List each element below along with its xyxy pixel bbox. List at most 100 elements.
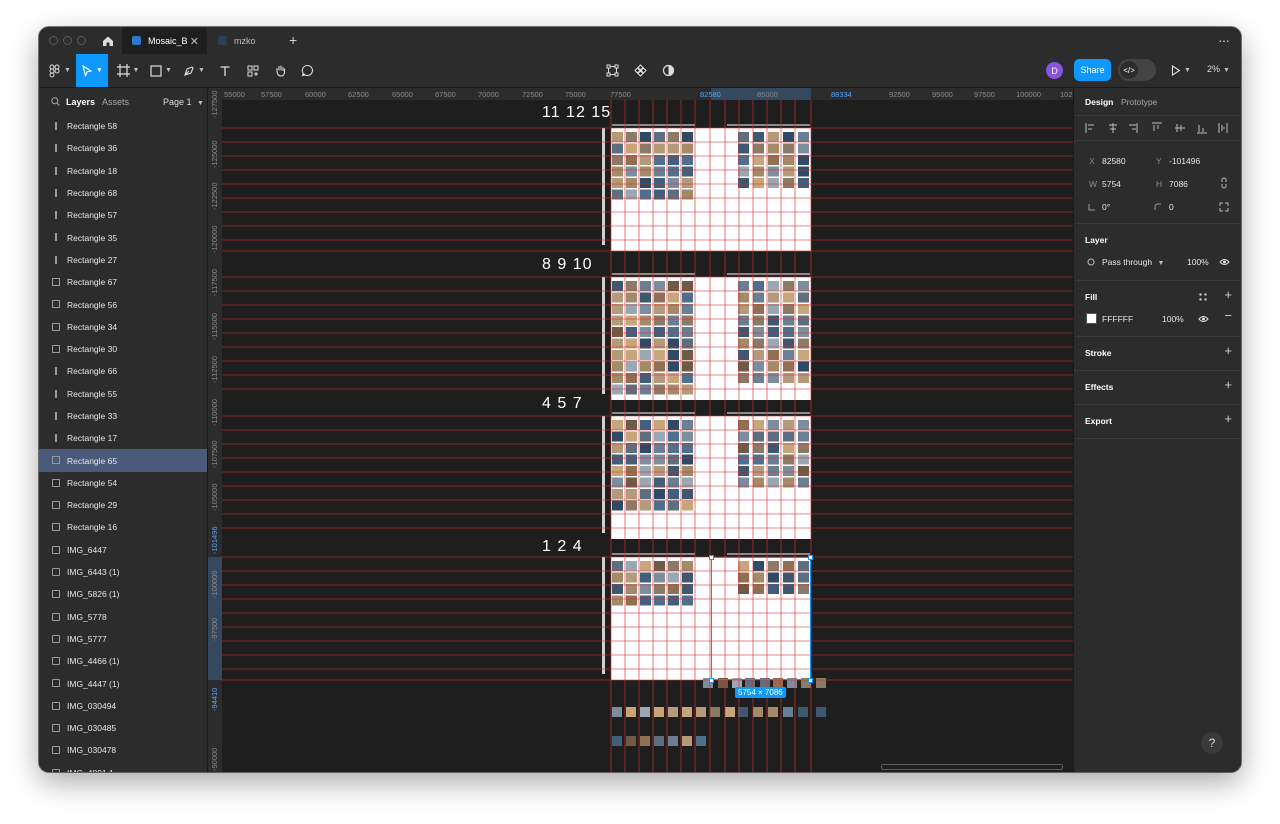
layer-row[interactable]: IMG_5826 (1) <box>39 583 207 605</box>
layer-row[interactable]: Rectangle 67 <box>39 271 207 293</box>
layer-row[interactable]: Rectangle 65 <box>39 449 207 472</box>
layer-row[interactable]: Rectangle 18 <box>39 160 207 182</box>
layer-row[interactable]: Rectangle 36 <box>39 137 207 159</box>
remove-fill-button[interactable]: − <box>1224 308 1232 323</box>
styles-grid-icon[interactable] <box>1199 293 1207 301</box>
layer-row[interactable]: IMG_4881 1 <box>39 762 207 772</box>
layer-row[interactable]: Rectangle 16 <box>39 516 207 538</box>
height-input[interactable]: 7086 <box>1169 179 1188 189</box>
layer-row[interactable]: Rectangle 29 <box>39 494 207 516</box>
tab-mzko[interactable]: mzko <box>210 27 280 54</box>
rectangle-icon <box>55 211 57 220</box>
zoom-dropdown[interactable]: 2% ▼ <box>1207 64 1230 74</box>
more-icon[interactable]: ··· <box>1218 32 1230 48</box>
layer-row[interactable]: IMG_030478 <box>39 739 207 761</box>
selection-box[interactable] <box>711 557 811 680</box>
radius-input[interactable]: 0 <box>1169 202 1174 212</box>
layer-row[interactable]: IMG_4447 (1) <box>39 672 207 694</box>
pen-tool-button[interactable]: ▼ <box>181 54 207 87</box>
layer-row[interactable]: Rectangle 55 <box>39 383 207 405</box>
layer-row[interactable]: IMG_030494 <box>39 695 207 717</box>
hand-tool-button[interactable] <box>270 54 290 87</box>
layer-row[interactable]: Rectangle 35 <box>39 226 207 248</box>
layer-row[interactable]: Rectangle 34 <box>39 316 207 338</box>
contrast-button[interactable] <box>659 54 677 87</box>
resize-handle[interactable] <box>808 678 813 683</box>
alignment-icons[interactable] <box>1085 122 1235 134</box>
independent-corners-icon[interactable] <box>1219 202 1229 212</box>
layer-row[interactable]: IMG_4466 (1) <box>39 650 207 672</box>
fill-hex-input[interactable]: FFFFFF <box>1102 314 1133 324</box>
tab-assets[interactable]: Assets <box>102 97 129 107</box>
add-effect-button[interactable]: + <box>1224 377 1232 392</box>
layer-row[interactable]: Rectangle 56 <box>39 293 207 315</box>
eye-icon[interactable] <box>1198 315 1209 323</box>
tab-mosaic-b[interactable]: Mosaic_B ✕ <box>122 27 207 54</box>
add-stroke-button[interactable]: + <box>1224 343 1232 358</box>
main-menu-button[interactable]: ▼ <box>45 54 75 87</box>
close-icon[interactable]: ✕ <box>190 35 199 48</box>
page-selector[interactable]: Page 1 ▼ <box>163 97 204 107</box>
present-button[interactable]: ▼ <box>1169 54 1193 87</box>
eye-icon[interactable] <box>1219 258 1230 266</box>
layer-row[interactable]: Rectangle 58 <box>39 115 207 137</box>
tab-layers[interactable]: Layers <box>66 97 95 107</box>
search-icon[interactable] <box>51 97 60 106</box>
add-fill-button[interactable]: + <box>1224 287 1232 302</box>
resize-handle[interactable] <box>808 555 813 560</box>
edit-object-button[interactable] <box>603 54 621 87</box>
layer-row[interactable]: IMG_5777 <box>39 628 207 650</box>
rotation-input[interactable]: 0° <box>1102 202 1110 212</box>
dev-mode-toggle[interactable]: </> <box>1118 59 1156 81</box>
layer-row[interactable]: IMG_5778 <box>39 606 207 628</box>
layer-row[interactable]: IMG_6447 <box>39 539 207 561</box>
resize-handle[interactable] <box>709 555 714 560</box>
help-button[interactable]: ? <box>1201 732 1223 754</box>
rectangle-icon <box>55 389 57 398</box>
fill-color-swatch[interactable] <box>1086 313 1097 324</box>
pen-icon <box>184 65 194 76</box>
layer-row[interactable]: Rectangle 54 <box>39 472 207 494</box>
blend-mode-dropdown[interactable]: Pass through ▼ <box>1102 257 1164 267</box>
photo-thumbnail <box>738 292 749 303</box>
layer-opacity-input[interactable]: 100% <box>1187 257 1209 267</box>
photo-thumbnail <box>654 595 665 606</box>
frame-tool-button[interactable]: ▼ <box>115 54 141 87</box>
home-icon[interactable] <box>96 27 120 54</box>
layer-row[interactable]: IMG_6443 (1) <box>39 561 207 583</box>
comment-tool-button[interactable] <box>297 54 317 87</box>
move-tool-button[interactable]: ▼ <box>76 54 108 87</box>
layer-row[interactable]: Rectangle 30 <box>39 338 207 360</box>
constrain-proportions-icon[interactable] <box>1220 177 1228 189</box>
horizontal-scrollbar[interactable] <box>881 764 1063 770</box>
fill-opacity-input[interactable]: 100% <box>1162 314 1184 324</box>
canvas[interactable]: 55000 57500 60000 62500 65000 67500 70000 72500… <box>208 88 1073 772</box>
shape-tool-button[interactable]: ▼ <box>148 54 174 87</box>
add-export-button[interactable]: + <box>1224 411 1232 426</box>
x-input[interactable]: 82580 <box>1102 156 1126 166</box>
avatar[interactable]: D <box>1046 62 1063 79</box>
new-tab-button[interactable]: + <box>289 32 297 48</box>
layer-row[interactable]: IMG_030485 <box>39 717 207 739</box>
layer-row[interactable]: Rectangle 33 <box>39 405 207 427</box>
export-section-title: Export <box>1085 416 1112 426</box>
resize-handle[interactable] <box>709 678 714 683</box>
y-input[interactable]: -101496 <box>1169 156 1200 166</box>
text-tool-button[interactable] <box>215 54 235 87</box>
zoom-window-button[interactable] <box>77 36 86 45</box>
width-input[interactable]: 5754 <box>1102 179 1121 189</box>
component-button[interactable] <box>631 54 649 87</box>
close-window-button[interactable] <box>49 36 58 45</box>
tab-prototype[interactable]: Prototype <box>1121 97 1157 107</box>
share-button[interactable]: Share <box>1074 59 1111 81</box>
title-bar: Mosaic_B ✕ mzko + ··· <box>39 27 1241 55</box>
tab-design[interactable]: Design <box>1085 97 1113 107</box>
resources-tool-button[interactable] <box>243 54 263 87</box>
layer-row[interactable]: Rectangle 66 <box>39 360 207 382</box>
layer-row[interactable]: Rectangle 17 <box>39 427 207 449</box>
layer-row[interactable]: Rectangle 68 <box>39 182 207 204</box>
photo-thumbnail <box>768 327 779 337</box>
layer-row[interactable]: Rectangle 57 <box>39 204 207 226</box>
layer-row[interactable]: Rectangle 27 <box>39 249 207 271</box>
minimize-window-button[interactable] <box>63 36 72 45</box>
